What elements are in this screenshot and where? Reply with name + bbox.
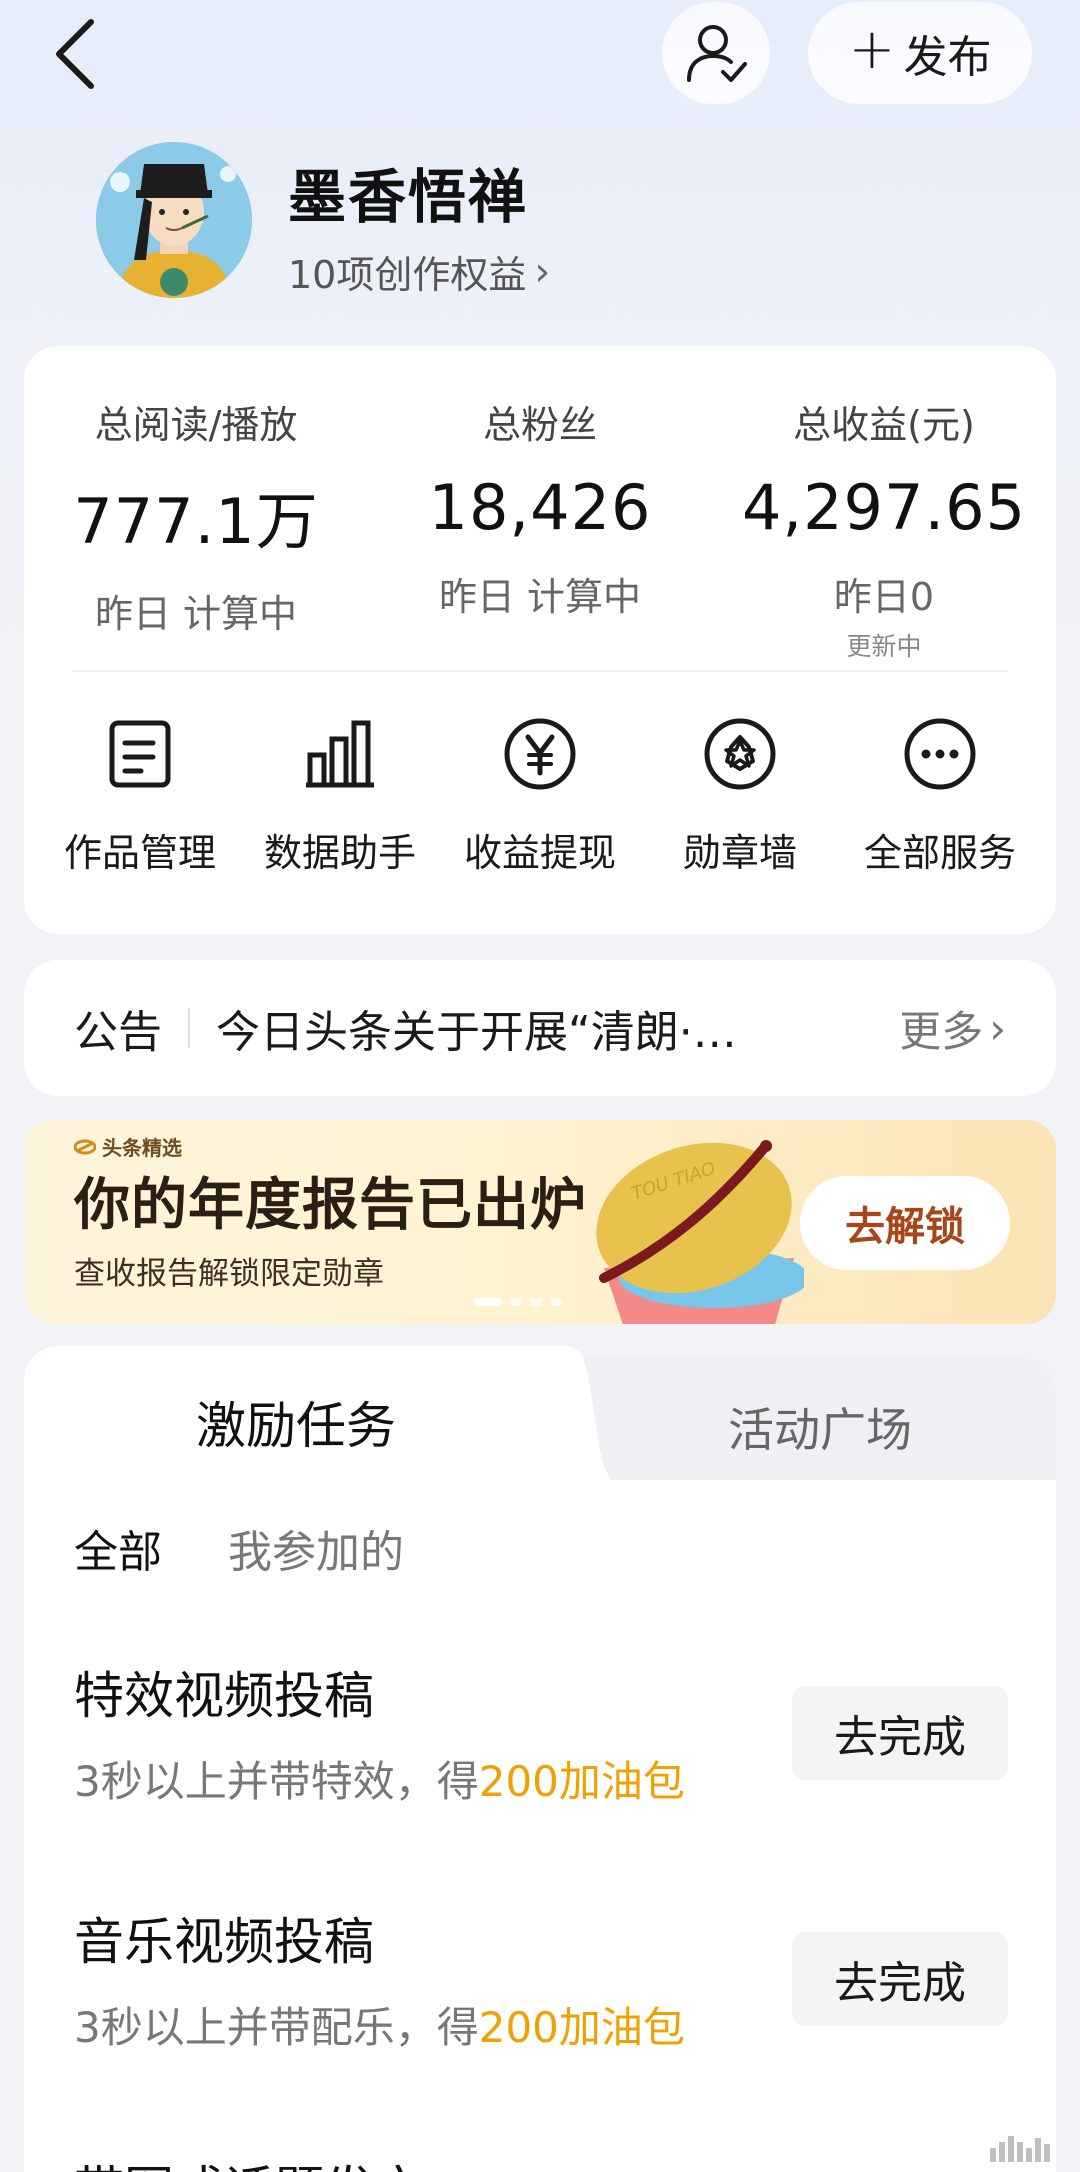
unlock-button[interactable]: 去解锁 <box>800 1176 1010 1270</box>
carousel-dot <box>550 1298 562 1306</box>
creator-rights-label: 10项创作权益 <box>288 253 527 297</box>
tab-incentive-tasks[interactable]: 激励任务 <box>24 1386 568 1458</box>
stat-total-fans[interactable]: 总粉丝 18,426 昨日 计算中 <box>368 394 712 621</box>
service-label: 收益提现 <box>463 831 616 875</box>
task-reward: 200加油包 <box>478 1757 685 1806</box>
announcement-bar[interactable]: 公告 今日头条关于开展“清朗·… 更多 › <box>24 960 1056 1096</box>
plus-icon: + <box>848 17 896 82</box>
chevron-left-icon <box>56 19 94 89</box>
stat-label: 总阅读/播放 <box>94 403 298 447</box>
banner-subtitle: 查收报告解锁限定勋章 <box>74 1256 384 1292</box>
divider <box>188 1008 190 1048</box>
divider <box>72 670 1008 672</box>
announcement-more-link[interactable]: 更多 › <box>899 998 1006 1059</box>
service-data-assistant[interactable]: 数据助手 <box>240 714 440 877</box>
service-badge-wall[interactable]: 勋章墙 <box>640 714 840 877</box>
more-icon <box>900 714 980 794</box>
task-description: 3秒以上并带配乐，得200加油包 <box>74 1994 685 2055</box>
stat-value: 4,297.65 <box>741 471 1027 544</box>
task-reward: 200加油包 <box>478 2003 685 2052</box>
carousel-dot <box>530 1298 542 1306</box>
back-button[interactable] <box>40 14 110 94</box>
banner-brand-label: 头条精选 <box>102 1136 182 1160</box>
publish-label: 发布 <box>903 32 992 83</box>
carousel-dot <box>510 1298 522 1306</box>
service-all-services[interactable]: 全部服务 <box>840 714 1040 877</box>
filter-joined[interactable]: 我参加的 <box>228 1516 404 1580</box>
service-label: 全部服务 <box>863 831 1016 875</box>
avatar[interactable] <box>96 142 252 298</box>
banner-brand: 头条精选 <box>74 1132 182 1161</box>
service-label: 数据助手 <box>263 831 416 875</box>
stat-value: 18,426 <box>428 471 652 544</box>
stat-value: 777.1万 <box>73 485 319 558</box>
tasks-body <box>24 1480 1056 2172</box>
service-works-management[interactable]: 作品管理 <box>40 714 240 877</box>
filter-all[interactable]: 全部 <box>74 1516 162 1580</box>
tasks-section: 激励任务 活动广场 全部 我参加的 特效视频投稿 3秒以上并带特效，得200加油… <box>24 1346 1056 2172</box>
stat-sub: 昨日 计算中 <box>94 592 298 636</box>
user-check-icon <box>687 25 747 82</box>
stats-card: 总阅读/播放 777.1万 昨日 计算中 总粉丝 18,426 昨日 计算中 总… <box>24 346 1056 934</box>
task-desc-text: 3秒以上并带特效，得 <box>74 1757 479 1806</box>
service-withdraw-earnings[interactable]: 收益提现 <box>440 714 640 877</box>
service-label: 作品管理 <box>63 831 216 875</box>
chevron-right-icon: › <box>534 248 551 295</box>
stat-update-status: 更新中 <box>846 632 922 661</box>
profile-button[interactable] <box>662 2 770 104</box>
stat-total-reads[interactable]: 总阅读/播放 777.1万 昨日 计算中 <box>24 394 368 638</box>
task-title: 特效视频投稿 <box>74 1667 374 1725</box>
stat-label: 总粉丝 <box>482 403 597 447</box>
creator-rights-link[interactable]: 10项创作权益 › <box>288 244 550 299</box>
service-row: 作品管理 数据助手 收益提现 勋章墙 全部服务 <box>24 714 1056 877</box>
more-label: 更多 <box>899 1006 984 1056</box>
chevron-right-icon: › <box>989 1003 1006 1053</box>
banner-title: 你的年度报告已出炉 <box>74 1173 587 1238</box>
announcement-tag: 公告 <box>74 1007 162 1058</box>
toutiao-logo-icon <box>74 1139 96 1154</box>
watermark-icon <box>990 2126 1060 2162</box>
annual-report-banner[interactable]: 头条精选 你的年度报告已出炉 查收报告解锁限定勋章 TOU TIAO 去解锁 <box>24 1120 1056 1324</box>
document-icon <box>100 714 180 794</box>
tab-activity-square[interactable]: 活动广场 <box>584 1394 1056 1460</box>
bar-chart-icon <box>300 714 380 794</box>
carousel-dots <box>474 1298 562 1306</box>
service-label: 勋章墙 <box>682 831 797 875</box>
complete-task-button[interactable]: 去完成 <box>792 1932 1008 2026</box>
stat-label: 总收益(元) <box>793 403 975 447</box>
badge-icon <box>700 714 780 794</box>
yen-icon <box>500 714 580 794</box>
task-desc-text: 3秒以上并带配乐，得 <box>74 2003 479 2052</box>
user-name: 墨香悟禅 <box>288 163 529 231</box>
task-title: 带图或话题发文 <box>74 2150 424 2172</box>
announcement-text[interactable]: 今日头条关于开展“清朗·… <box>216 996 836 1060</box>
complete-task-button[interactable]: 去完成 <box>792 1686 1008 1780</box>
task-title: 音乐视频投稿 <box>74 1913 374 1971</box>
stat-sub: 昨日0 <box>833 575 935 619</box>
task-description: 3秒以上并带特效，得200加油包 <box>74 1748 685 1809</box>
report-illustration: TOU TIAO <box>596 1140 804 1324</box>
carousel-dot-active <box>474 1298 502 1306</box>
stat-sub: 昨日 计算中 <box>438 575 642 619</box>
publish-button[interactable]: + 发布 <box>808 2 1032 104</box>
stat-total-earnings[interactable]: 总收益(元) 4,297.65 昨日0 更新中 <box>712 394 1056 663</box>
